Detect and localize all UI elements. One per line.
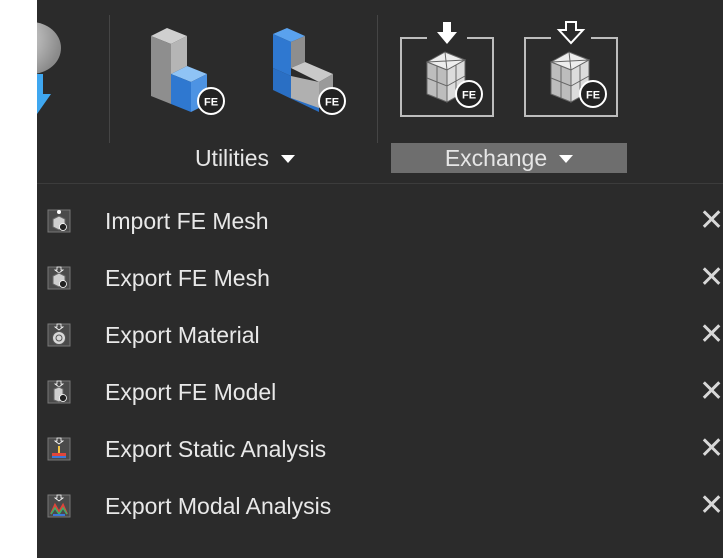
exchange-dropdown-menu: Import FE Mesh ✕ Export FE Mesh ✕ Export… (37, 195, 723, 537)
menu-item-export-static-analysis[interactable]: Export Static Analysis ✕ (37, 423, 723, 480)
ribbon-separator (377, 15, 378, 143)
export-static-analysis-icon (47, 437, 71, 461)
close-icon[interactable]: ✕ (699, 434, 723, 464)
close-icon[interactable]: ✕ (699, 491, 723, 521)
menu-item-label: Export Material (105, 322, 260, 348)
menu-item-label: Export Modal Analysis (105, 493, 332, 519)
menu-item-label: Export FE Mesh (105, 265, 270, 291)
export-fe-icon[interactable]: FE (521, 18, 621, 122)
export-fe-mesh-icon (47, 266, 71, 290)
chevron-down-icon (281, 155, 296, 163)
import-fe-icon[interactable]: FE (397, 18, 497, 122)
fe-lshape-icon[interactable]: FE (259, 26, 349, 121)
menu-item-export-modal-analysis[interactable]: Export Modal Analysis ✕ (37, 480, 723, 537)
close-icon[interactable]: ✕ (699, 206, 723, 236)
group-exchange-dropdown[interactable]: Exchange (391, 143, 627, 173)
import-fe-mesh-icon (47, 209, 71, 233)
menu-item-label: Export FE Model (105, 379, 277, 405)
fe-block-icon[interactable]: FE (141, 26, 231, 121)
export-material-icon (47, 323, 71, 347)
menu-item-export-material[interactable]: Export Material ✕ (37, 309, 723, 366)
menu-item-import-fe-mesh[interactable]: Import FE Mesh ✕ (37, 195, 723, 252)
group-utilities-dropdown[interactable]: Utilities (149, 143, 341, 173)
fe-badge-text: FE (462, 90, 476, 102)
ribbon-toolbar: FE FE FE FE Utilities Exchange (37, 0, 723, 184)
menu-item-label: Export Static Analysis (105, 436, 327, 462)
group-utilities-label: Utilities (194, 145, 270, 171)
chevron-down-icon (559, 155, 574, 163)
fe-badge-text: FE (325, 97, 339, 109)
ribbon-separator (109, 15, 110, 143)
menu-item-label: Import FE Mesh (105, 208, 269, 234)
export-fe-model-icon (47, 380, 71, 404)
group-exchange-label: Exchange (444, 145, 548, 171)
sphere-arrow-icon[interactable] (37, 22, 67, 122)
export-modal-analysis-icon (47, 494, 71, 518)
app-window: FE FE FE FE Utilities Exchange Import FE… (37, 0, 723, 558)
menu-item-export-fe-model[interactable]: Export FE Model ✕ (37, 366, 723, 423)
close-icon[interactable]: ✕ (699, 320, 723, 350)
menu-item-export-fe-mesh[interactable]: Export FE Mesh ✕ (37, 252, 723, 309)
close-icon[interactable]: ✕ (699, 377, 723, 407)
close-icon[interactable]: ✕ (699, 263, 723, 293)
fe-badge-text: FE (586, 90, 600, 102)
fe-badge-text: FE (204, 97, 218, 109)
